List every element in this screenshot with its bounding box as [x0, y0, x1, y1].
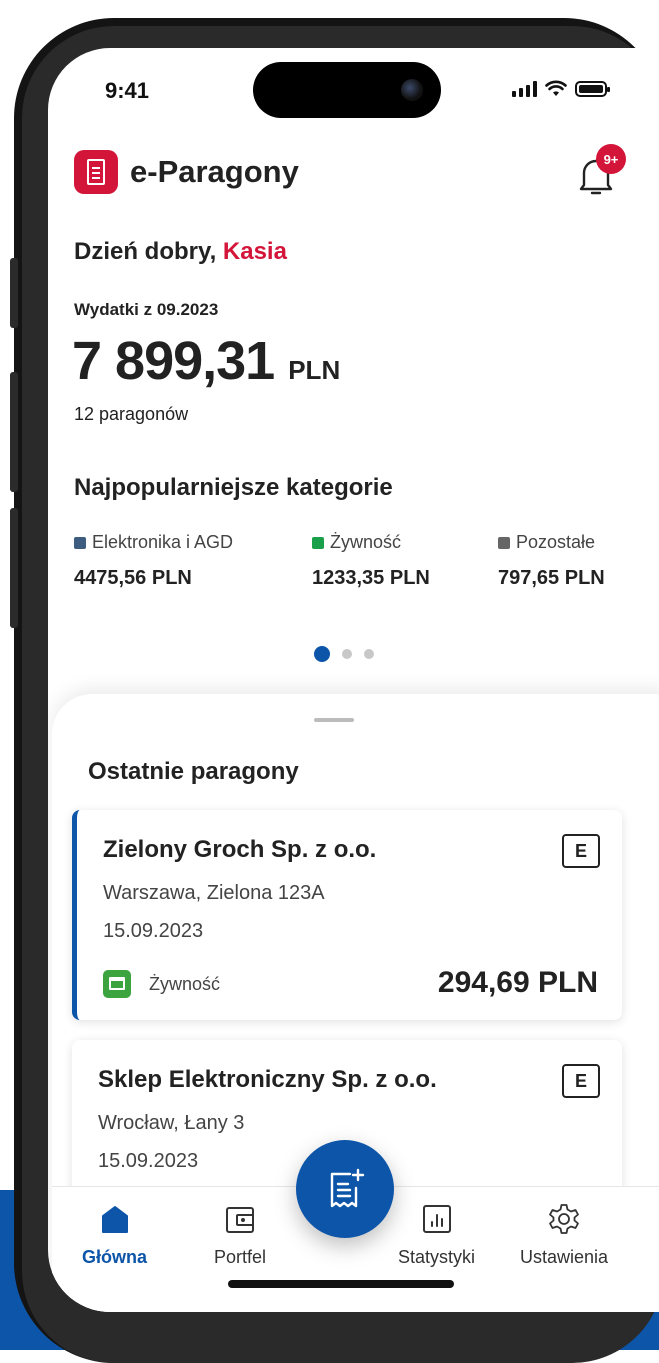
carousel-pager[interactable]: [314, 646, 374, 662]
category-value: 797,65 PLN: [498, 567, 605, 589]
receipt-merchant: Zielony Groch Sp. z o.o.: [103, 836, 377, 863]
category-item[interactable]: Elektronika i AGD 4475,56 PLN: [74, 532, 233, 590]
signal-icon: [512, 80, 537, 97]
stats-icon: [422, 1205, 451, 1233]
receipt-address: Warszawa, Zielona 123A: [103, 882, 325, 904]
home-indicator[interactable]: [228, 1280, 454, 1288]
dynamic-island: [253, 62, 441, 118]
category-label: Pozostałe: [516, 532, 596, 552]
receipt-merchant: Sklep Elektroniczny Sp. z o.o.: [98, 1066, 437, 1093]
receipts-count: 12 paragonów: [74, 404, 189, 424]
tab-label: Główna: [82, 1247, 148, 1267]
side-button-volume-down: [10, 508, 18, 628]
recent-receipts-title: Ostatnie paragony: [88, 758, 299, 785]
pager-dot-active[interactable]: [314, 646, 330, 662]
tab-settings[interactable]: Ustawienia: [520, 1201, 608, 1268]
app-brand: e-Paragony: [130, 154, 299, 189]
tab-wallet[interactable]: Portfel: [214, 1201, 266, 1268]
receipt-type-badge: E: [562, 1064, 600, 1098]
receipt-address: Wrocław, Łany 3: [98, 1112, 245, 1134]
tab-label: Portfel: [214, 1247, 267, 1267]
receipt-card[interactable]: Zielony Groch Sp. z o.o. Warszawa, Zielo…: [72, 810, 622, 1020]
sheet-drag-handle[interactable]: [314, 718, 354, 722]
add-receipt-button[interactable]: [296, 1140, 394, 1238]
category-value: 1233,35 PLN: [312, 567, 430, 589]
app-logo-icon: [74, 150, 118, 194]
tab-label: Ustawienia: [520, 1247, 609, 1267]
tab-label: Statystyki: [398, 1247, 476, 1267]
receipt-type-badge: E: [562, 834, 600, 868]
category-item[interactable]: Żywność 1233,35 PLN: [312, 532, 430, 590]
greeting-prefix: Dzień dobry,: [74, 238, 223, 265]
category-label: Elektronika i AGD: [92, 532, 234, 552]
receipt-category: Żywność: [149, 974, 221, 994]
categories-title: Najpopularniejsze kategorie: [74, 474, 393, 501]
tab-home[interactable]: Główna: [82, 1201, 147, 1268]
pager-dot[interactable]: [364, 649, 374, 659]
status-icons: [512, 80, 610, 97]
receipt-date: 15.09.2023: [103, 920, 204, 942]
expenses-amount: 7 899,31 PLN: [72, 330, 340, 392]
greeting: Dzień dobry, Kasia: [74, 238, 287, 266]
category-label: Żywność: [330, 532, 402, 552]
camera-icon: [401, 79, 423, 101]
amount-currency: PLN: [288, 355, 341, 385]
pager-dot[interactable]: [342, 649, 352, 659]
status-time: 9:41: [105, 78, 150, 103]
amount-value: 7 899,31: [72, 331, 275, 391]
battery-icon: [575, 80, 610, 97]
store-icon: [103, 970, 131, 998]
tab-stats[interactable]: Statystyki: [398, 1201, 475, 1268]
home-icon: [101, 1206, 128, 1233]
app-screen: 9:41 e-Paragony 9+ Dzień dobry, Kasia Wy…: [48, 48, 659, 1312]
wallet-icon: [226, 1207, 255, 1233]
side-button-volume-up: [10, 372, 18, 492]
category-item[interactable]: Pozostałe 797,65 PLN: [498, 532, 605, 590]
receipt-date: 15.09.2023: [98, 1150, 199, 1172]
category-color-swatch: [74, 536, 86, 549]
receipt-amount: 294,69 PLN: [437, 966, 598, 999]
category-value: 4475,56 PLN: [74, 567, 192, 589]
gear-icon: [549, 1204, 579, 1234]
user-name: Kasia: [222, 238, 287, 265]
category-color-swatch: [498, 536, 510, 549]
notifications-badge: 9+: [596, 144, 626, 174]
add-receipt-icon: [330, 1168, 365, 1208]
wifi-icon: [545, 80, 567, 96]
category-color-swatch: [312, 536, 324, 549]
expenses-label: Wydatki z 09.2023: [74, 300, 219, 319]
side-button-mute: [10, 258, 18, 328]
